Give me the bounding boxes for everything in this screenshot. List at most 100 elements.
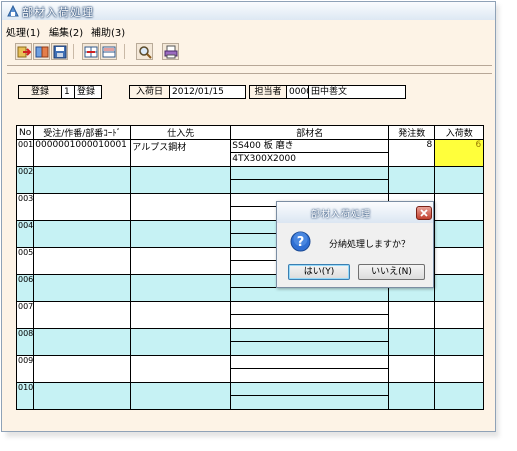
table-row[interactable]: 008 (15, 328, 485, 356)
received-cell[interactable]: 6 (434, 139, 485, 167)
row-number: 004 (15, 220, 35, 248)
received-cell[interactable] (434, 220, 485, 248)
svg-text:?: ? (297, 235, 305, 250)
register-button[interactable] (33, 43, 50, 60)
ordered-cell[interactable] (388, 301, 436, 329)
ordered-cell[interactable] (388, 328, 436, 356)
save-button[interactable] (51, 43, 68, 60)
material-name[interactable] (231, 330, 388, 342)
material-name[interactable] (231, 168, 388, 180)
dialog-title-bar[interactable]: 部材入荷処理 (277, 202, 433, 223)
search-button[interactable] (136, 43, 153, 60)
toolbar-divider (7, 65, 492, 66)
supplier-cell[interactable]: アルプス鋼材 (130, 139, 232, 167)
supplier-cell[interactable] (130, 220, 232, 248)
material-cell[interactable] (230, 355, 390, 383)
person-code-field[interactable]: 0000 (286, 85, 312, 99)
table-row[interactable]: 007 (15, 301, 485, 329)
row-number: 005 (15, 247, 35, 275)
row-number: 001 (15, 139, 35, 167)
material-name[interactable]: SS400 板 磨き (231, 141, 388, 153)
material-spec[interactable] (232, 288, 388, 301)
confirm-dialog: 部材入荷処理 ? 分納処理しますか？ はい(Y) いいえ(N) (276, 201, 434, 288)
supplier-cell[interactable] (130, 274, 232, 302)
row-number: 003 (15, 193, 35, 221)
exit-button[interactable] (15, 43, 32, 60)
received-cell[interactable] (434, 193, 485, 221)
material-spec[interactable]: 4TX300X2000 (232, 153, 388, 166)
material-cell[interactable] (230, 328, 390, 356)
received-cell[interactable] (434, 166, 485, 194)
no-button[interactable]: いいえ(N) (358, 264, 425, 280)
material-spec[interactable] (232, 342, 388, 355)
table-row[interactable]: 001 0000001000010001 アルプス鋼材 SS400 板 磨き 4TX30… (15, 139, 485, 167)
material-cell[interactable] (230, 301, 390, 329)
supplier-cell[interactable] (130, 193, 232, 221)
material-spec[interactable] (232, 369, 388, 382)
header-divider (7, 73, 492, 74)
supplier-cell[interactable] (130, 382, 232, 410)
dialog-close-button[interactable] (416, 206, 432, 220)
material-cell[interactable] (230, 382, 390, 410)
delete-row-button[interactable] (100, 43, 117, 60)
person-name-field: 田中善文 (308, 85, 406, 99)
received-cell[interactable] (434, 355, 485, 383)
code-cell[interactable] (33, 220, 132, 248)
menu-assist[interactable]: 補助(3) (91, 24, 125, 39)
mode-value-field: 登録 (74, 85, 102, 99)
app-icon (7, 4, 19, 17)
received-cell[interactable] (434, 382, 485, 410)
search-icon (139, 46, 152, 59)
code-cell[interactable] (33, 247, 132, 275)
ordered-cell[interactable] (388, 355, 436, 383)
code-cell[interactable]: 0000001000010001 (33, 139, 132, 167)
supplier-cell[interactable] (130, 166, 232, 194)
ordered-cell[interactable] (388, 166, 436, 194)
column-header-supplier: 仕入先 (130, 125, 232, 140)
row-number: 009 (15, 355, 35, 383)
received-cell[interactable] (434, 328, 485, 356)
table-row[interactable]: 010 (15, 382, 485, 410)
material-name[interactable] (231, 357, 388, 369)
supplier-cell[interactable] (130, 328, 232, 356)
code-cell[interactable] (33, 166, 132, 194)
row-number: 008 (15, 328, 35, 356)
toolbar-separator (73, 44, 74, 59)
insert-row-button[interactable] (82, 43, 99, 60)
print-button[interactable] (162, 43, 179, 60)
supplier-cell[interactable] (130, 301, 232, 329)
code-cell[interactable] (33, 328, 132, 356)
column-header-material: 部材名 (230, 125, 390, 140)
title-bar[interactable]: 部材入荷処理 (2, 2, 495, 20)
material-spec[interactable] (232, 396, 388, 409)
menu-process[interactable]: 処理(1) (6, 24, 40, 39)
code-cell[interactable] (33, 355, 132, 383)
code-cell[interactable] (33, 274, 132, 302)
code-cell[interactable] (33, 193, 132, 221)
material-cell[interactable]: SS400 板 磨き 4TX300X2000 (230, 139, 390, 167)
person-label: 担当者 (249, 85, 287, 99)
received-cell[interactable] (434, 247, 485, 275)
table-row[interactable]: 002 (15, 166, 485, 194)
received-cell[interactable] (434, 301, 485, 329)
date-field[interactable]: 2012/01/15 (169, 85, 246, 99)
material-cell[interactable] (230, 166, 390, 194)
material-name[interactable] (231, 303, 388, 315)
ordered-cell[interactable]: 8 (388, 139, 436, 167)
code-cell[interactable] (33, 382, 132, 410)
row-number: 010 (15, 382, 35, 410)
yes-button[interactable]: はい(Y) (288, 264, 350, 280)
code-cell[interactable] (33, 301, 132, 329)
supplier-cell[interactable] (130, 355, 232, 383)
register-icon (35, 46, 49, 58)
material-name[interactable] (231, 384, 388, 396)
material-spec[interactable] (232, 315, 388, 328)
ordered-cell[interactable] (388, 382, 436, 410)
menu-edit[interactable]: 編集(2) (49, 24, 83, 39)
received-cell[interactable] (434, 274, 485, 302)
material-spec[interactable] (232, 180, 388, 193)
table-row[interactable]: 009 (15, 355, 485, 383)
supplier-cell[interactable] (130, 247, 232, 275)
column-header-received: 入荷数 (434, 125, 485, 140)
mode-code-field[interactable]: 1 (61, 85, 75, 99)
